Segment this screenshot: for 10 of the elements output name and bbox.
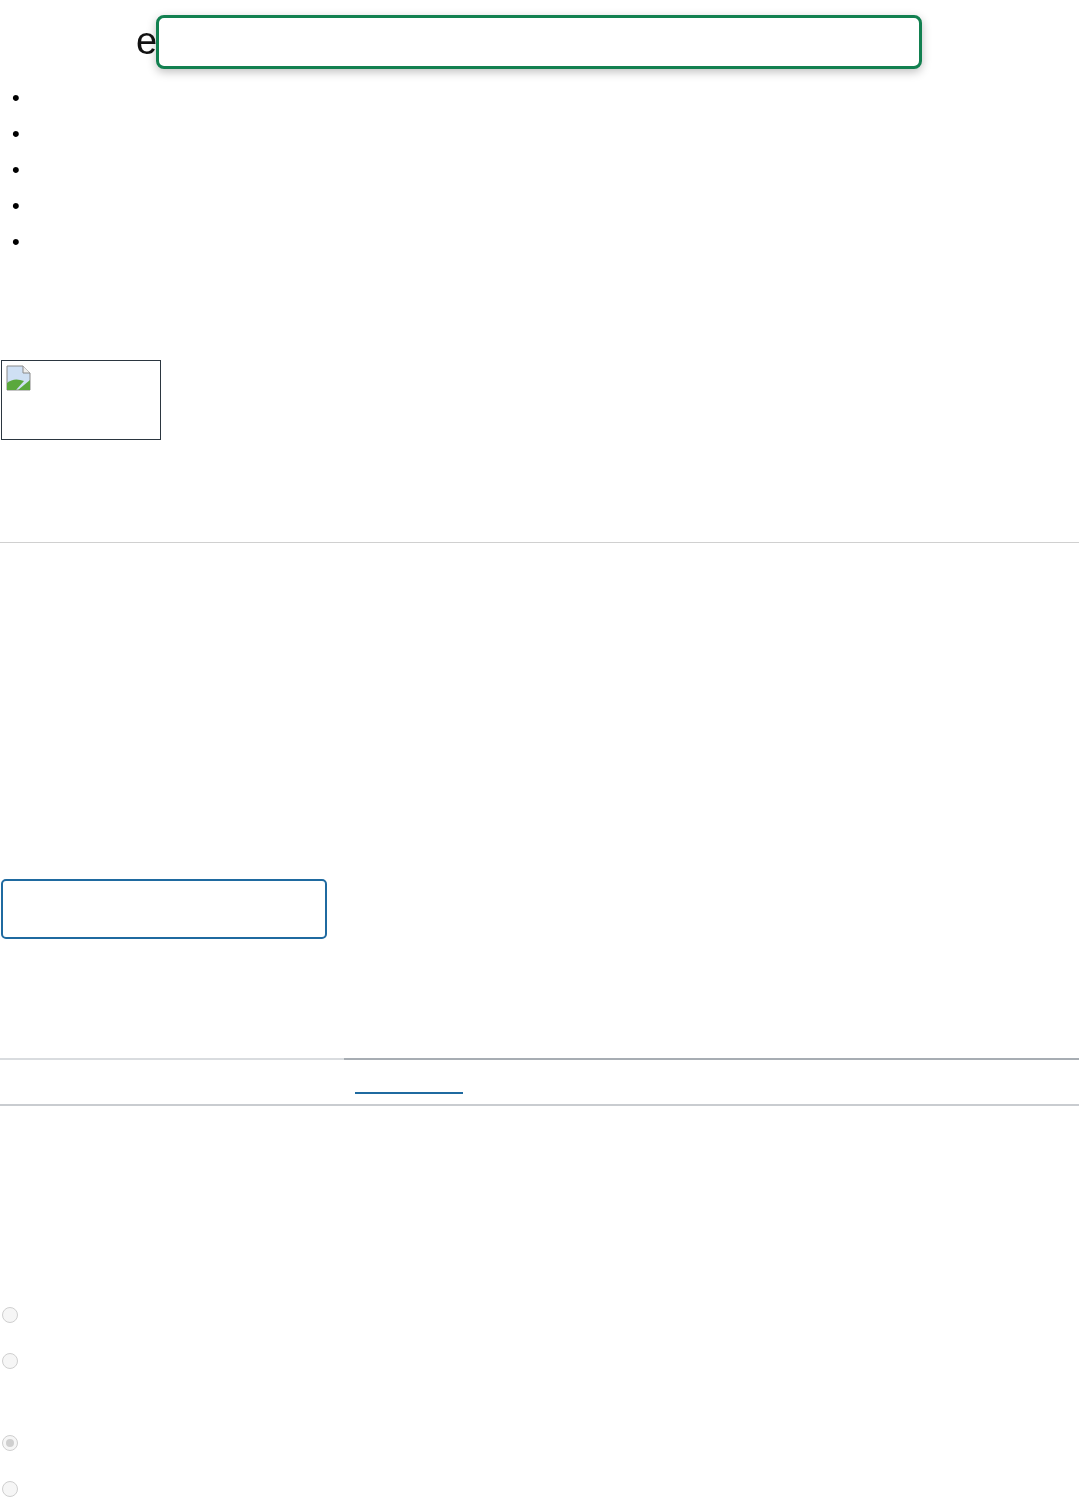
tab-link[interactable] bbox=[355, 1092, 463, 1094]
bullet: • bbox=[12, 229, 20, 254]
bullet: • bbox=[12, 157, 20, 182]
heading-text: e bbox=[136, 19, 158, 64]
broken-image-icon bbox=[6, 365, 32, 391]
search-field[interactable] bbox=[156, 15, 922, 69]
bullet: • bbox=[12, 85, 20, 110]
bullet: • bbox=[12, 193, 20, 218]
button[interactable] bbox=[1, 879, 327, 939]
bullet: • bbox=[12, 121, 20, 146]
